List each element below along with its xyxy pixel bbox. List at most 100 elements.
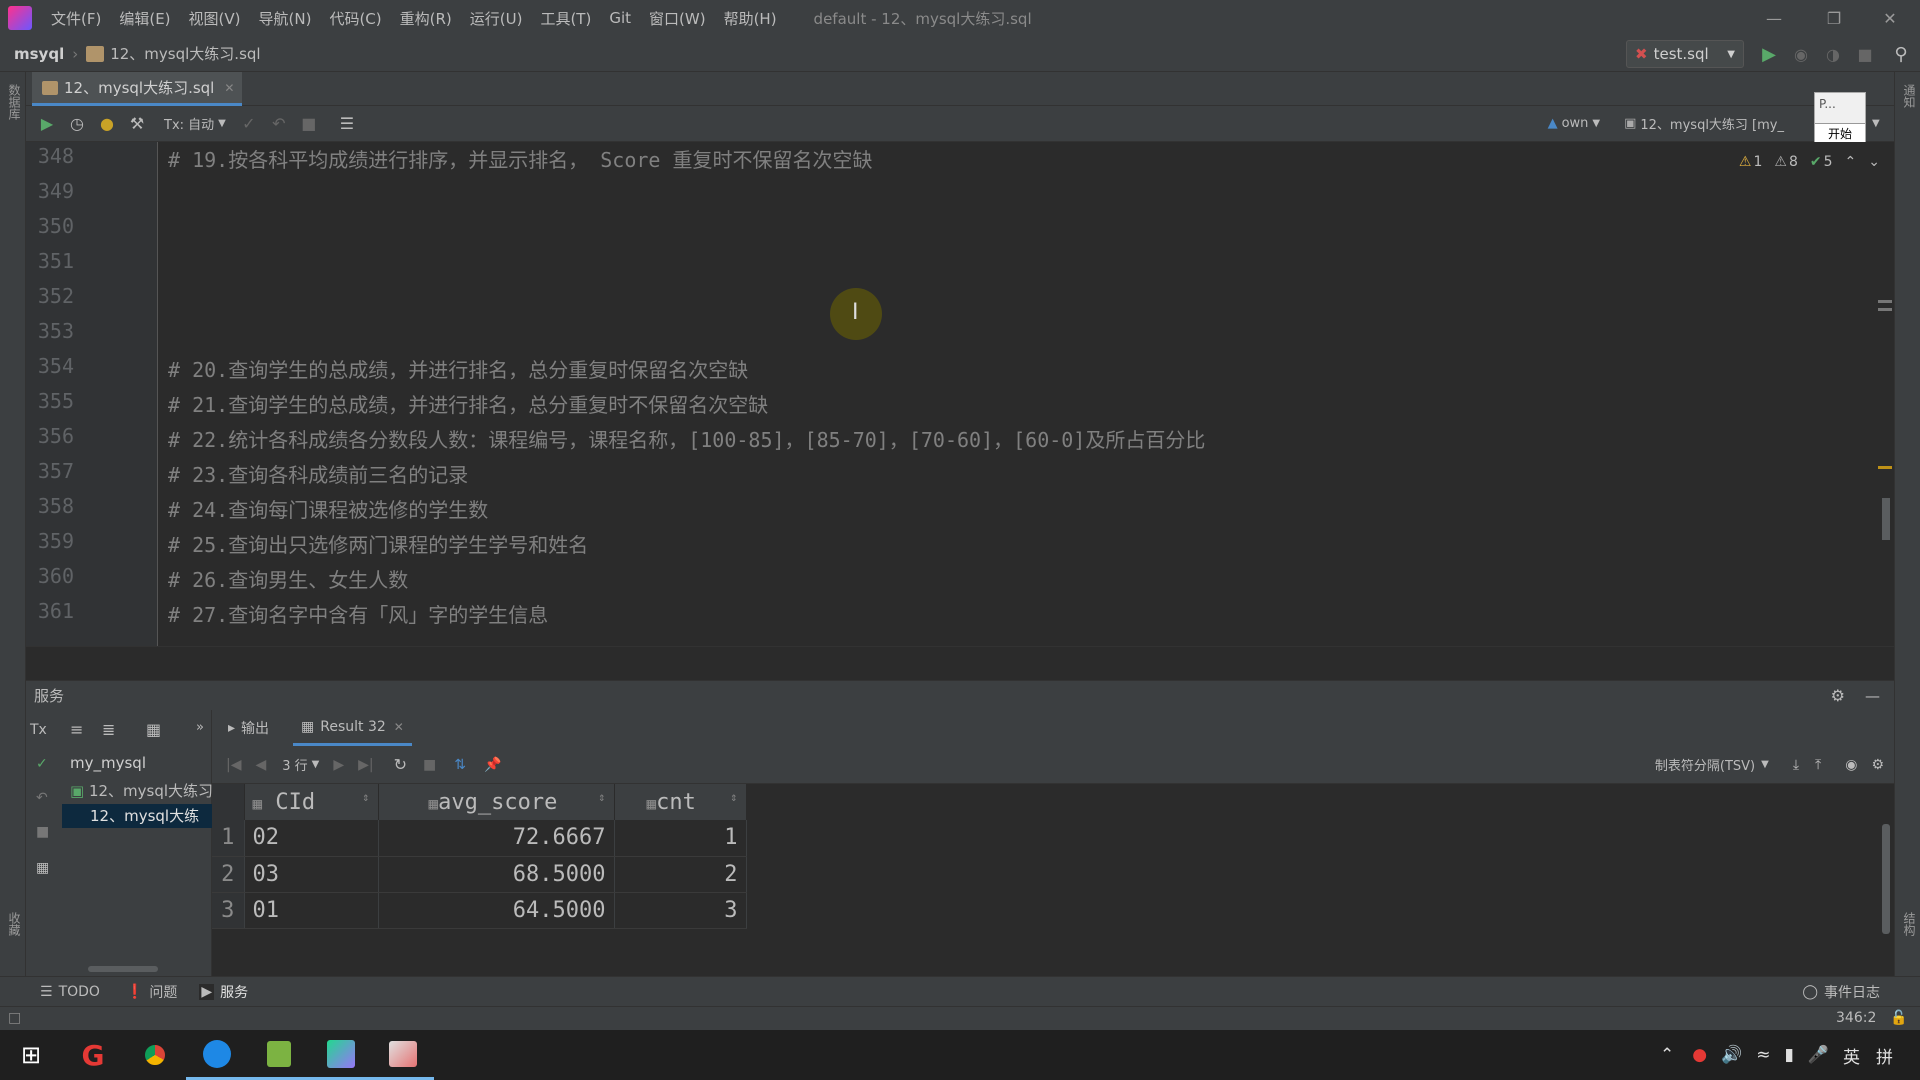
- menu-navigate[interactable]: 导航(N): [250, 8, 321, 29]
- rollback-icon[interactable]: ↶: [36, 790, 48, 806]
- prev-page-icon[interactable]: ◀: [255, 757, 266, 773]
- start-windows-icon[interactable]: ⊞: [0, 1030, 62, 1080]
- stop-icon[interactable]: ■: [36, 824, 49, 840]
- code-line[interactable]: # 23.查询各科成绩前三名的记录: [168, 459, 468, 488]
- collapse-all-icon[interactable]: ≣: [102, 720, 115, 739]
- commit-check-icon[interactable]: ✓: [36, 756, 48, 772]
- tree-item-connection[interactable]: my_mysql: [70, 754, 146, 772]
- editor-scrollbar[interactable]: [1876, 142, 1894, 646]
- menu-git[interactable]: Git: [600, 9, 640, 27]
- record-icon[interactable]: ●: [1692, 1045, 1707, 1065]
- tx-mode-select[interactable]: Tx: 自动: [164, 114, 214, 133]
- compare-icon[interactable]: ⇅: [454, 757, 466, 773]
- cell-cid[interactable]: 02: [244, 820, 379, 857]
- code-line[interactable]: # 21.查询学生的总成绩，并进行排名，总分重复时不保留名次空缺: [168, 389, 768, 418]
- notifications-tool-icon[interactable]: 通知: [1901, 84, 1918, 108]
- tx-icon[interactable]: Tx: [30, 722, 47, 738]
- cell-avg-score[interactable]: 64.5000: [378, 892, 615, 929]
- lock-icon[interactable]: 🔓: [1890, 1010, 1907, 1026]
- datagrip-icon[interactable]: [310, 1030, 372, 1080]
- sort-icon[interactable]: ⇕: [362, 790, 369, 804]
- download-icon[interactable]: ⤓: [1793, 757, 1799, 773]
- menu-help[interactable]: 帮助(H): [715, 8, 786, 29]
- stop-icon[interactable]: ■: [423, 757, 436, 773]
- wifi-icon[interactable]: ≈: [1756, 1045, 1770, 1065]
- restore-icon[interactable]: ❐: [1804, 0, 1864, 36]
- menu-run[interactable]: 运行(U): [461, 8, 532, 29]
- search-everywhere-icon[interactable]: ⚲: [1888, 40, 1914, 68]
- cell-cnt[interactable]: 1: [614, 820, 747, 857]
- event-log-link[interactable]: 事件日志: [1824, 982, 1880, 1002]
- debug-icon[interactable]: ◉: [1788, 40, 1814, 68]
- rows-select[interactable]: 3 行: [282, 755, 307, 774]
- last-page-icon[interactable]: ▶|: [358, 757, 373, 773]
- toggle-tool-windows-icon[interactable]: □: [8, 1010, 21, 1026]
- execute-icon[interactable]: ▶: [32, 109, 62, 139]
- group-icon[interactable]: ▦: [146, 720, 161, 739]
- menu-edit[interactable]: 编辑(E): [110, 8, 179, 29]
- code-line[interactable]: # 24.查询每门课程被选修的学生数: [168, 494, 488, 523]
- menu-code[interactable]: 代码(C): [320, 8, 390, 29]
- gear-icon[interactable]: ⚙: [1871, 757, 1884, 773]
- cell-cid[interactable]: 03: [244, 856, 379, 893]
- chevron-down-icon[interactable]: ⌄: [1868, 154, 1880, 170]
- breadcrumb-file[interactable]: 12、mysql大练习.sql: [110, 43, 260, 64]
- scroll-thumb[interactable]: [1882, 498, 1890, 540]
- expand-all-icon[interactable]: ≡: [70, 720, 83, 739]
- chevron-up-icon[interactable]: ⌃: [1660, 1045, 1674, 1065]
- column-header-cnt[interactable]: ▦cnt ⇕: [614, 784, 747, 820]
- microphone-icon[interactable]: 🎤: [1808, 1045, 1829, 1065]
- sort-icon[interactable]: ⇕: [730, 790, 737, 804]
- menu-file[interactable]: 文件(F): [42, 8, 110, 29]
- sort-icon[interactable]: ⇕: [598, 790, 605, 804]
- app-g-icon[interactable]: G: [62, 1030, 124, 1080]
- close-tab-icon[interactable]: ✕: [224, 81, 234, 95]
- chevron-down-icon[interactable]: ▼: [1872, 118, 1880, 129]
- cell-cid[interactable]: 01: [244, 892, 379, 929]
- menu-window[interactable]: 窗口(W): [640, 8, 715, 29]
- gear-icon[interactable]: ⚙: [1831, 686, 1845, 705]
- code-line[interactable]: # 26.查询男生、女生人数: [168, 564, 408, 593]
- tab-result[interactable]: ▦ Result 32 ✕: [293, 710, 412, 746]
- upload-icon[interactable]: ⤒: [1815, 757, 1821, 773]
- chevron-up-icon[interactable]: ⌃: [1845, 154, 1857, 170]
- popup-start-button[interactable]: 开始: [1815, 123, 1865, 143]
- minimize-icon[interactable]: —: [1744, 0, 1804, 36]
- settings-wrench-icon[interactable]: ⚒: [122, 109, 152, 139]
- layout-icon[interactable]: ▦: [36, 860, 49, 876]
- code-line[interactable]: # 20.查询学生的总成绩，并进行排名，总分重复时保留名次空缺: [168, 354, 748, 383]
- explain-plan-icon[interactable]: ●: [92, 109, 122, 139]
- cancel-statement-icon[interactable]: ■: [294, 109, 324, 139]
- result-grid[interactable]: ▦ CId ⇕ ▦avg_score ⇕ ▦cnt ⇕ 1 02 72.6667 1 …: [212, 784, 1894, 976]
- code-line[interactable]: # 25.查询出只选修两门课程的学生学号和姓名: [168, 529, 588, 558]
- battery-icon[interactable]: ▮: [1785, 1045, 1794, 1065]
- favorites-tool-icon[interactable]: 收藏: [6, 912, 23, 936]
- tree-item-console[interactable]: 12、mysql大练: [62, 804, 212, 828]
- toolwindow-todo[interactable]: TODO: [59, 984, 100, 1000]
- browser-icon[interactable]: [186, 1030, 248, 1080]
- pin-icon[interactable]: 📌: [484, 757, 501, 773]
- export-format-select[interactable]: 制表符分隔(TSV): [1655, 755, 1755, 774]
- next-page-icon[interactable]: ▶: [333, 757, 344, 773]
- chrome-icon[interactable]: [124, 1030, 186, 1080]
- caret-position[interactable]: 346:2: [1836, 1010, 1876, 1026]
- toolwindow-services[interactable]: 服务: [220, 982, 248, 1002]
- inspection-widget[interactable]: ⚠ 1 ⚠ 8 ✔ 5 ⌃ ⌄: [1739, 154, 1880, 170]
- view-icon[interactable]: ◉: [1845, 757, 1857, 773]
- breadcrumb-project[interactable]: msyql: [14, 45, 64, 63]
- ime-language[interactable]: 英: [1843, 1043, 1860, 1068]
- cell-cnt[interactable]: 2: [614, 856, 747, 893]
- session-select[interactable]: 12、mysql大练习 [my_: [1640, 114, 1784, 133]
- tab-output[interactable]: ▸ 输出: [228, 710, 269, 746]
- schema-select[interactable]: own: [1562, 116, 1589, 131]
- table-row[interactable]: 1 02 72.6667 1: [212, 820, 747, 857]
- cell-avg-score[interactable]: 72.6667: [378, 820, 615, 857]
- grid-scroll-thumb[interactable]: [1882, 824, 1890, 934]
- code-editor[interactable]: 348 349 350 351 352 353 354 355 356 357 358 359 360 3…: [26, 142, 1894, 646]
- refresh-icon[interactable]: ↻: [394, 755, 407, 774]
- menu-tools[interactable]: 工具(T): [531, 8, 600, 29]
- code-line[interactable]: # 19.按各科平均成绩进行排序，并显示排名， Score 重复时不保留名次空缺: [168, 144, 873, 173]
- column-header-cid[interactable]: ▦ CId ⇕: [244, 784, 379, 820]
- more-icon[interactable]: »: [196, 720, 204, 735]
- hide-panel-icon[interactable]: —: [1865, 687, 1880, 705]
